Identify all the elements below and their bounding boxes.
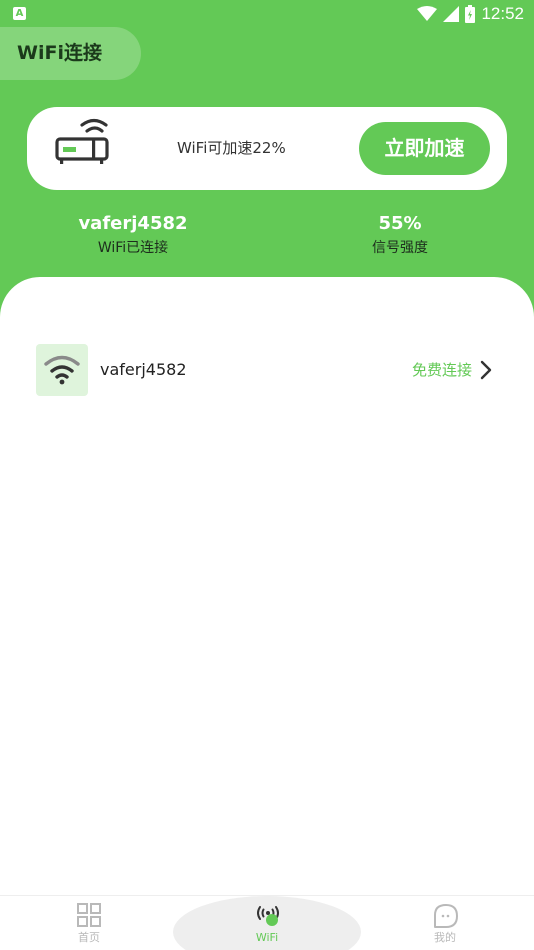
ssid-stat: vaferj4582 WiFi已连接 xyxy=(33,212,233,258)
nav-label-me: 我的 xyxy=(434,931,456,944)
wifi-broadcast-icon xyxy=(257,906,279,926)
ssid-label: WiFi已连接 xyxy=(97,240,169,256)
router-icon xyxy=(55,118,109,164)
cell-signal-icon xyxy=(443,6,460,22)
nav-item-me[interactable]: 我的 xyxy=(395,896,495,950)
profile-icon xyxy=(434,904,458,928)
bottom-nav: 首页 WiFi 我的 xyxy=(0,895,534,950)
accelerate-card: WiFi可加速22% 立即加速 xyxy=(27,107,507,190)
wifi-name: vaferj4582 xyxy=(100,360,187,379)
status-bar: A 12:52 xyxy=(0,0,534,28)
grid-icon xyxy=(77,903,101,927)
list-item[interactable]: vaferj4582 免费连接 xyxy=(36,344,500,396)
nav-label-home: 首页 xyxy=(78,931,100,944)
wifi-thumbnail xyxy=(36,344,88,396)
nav-label-wifi: WiFi xyxy=(255,931,279,944)
signal-value: 55% xyxy=(378,213,422,234)
battery-icon xyxy=(465,5,476,23)
chevron-right-icon[interactable] xyxy=(476,360,496,380)
ssid-value: vaferj4582 xyxy=(78,213,188,234)
signal-label: 信号强度 xyxy=(372,240,428,256)
notification-icon: A xyxy=(13,7,26,20)
page-title-pill: WiFi连接 xyxy=(0,27,141,80)
accelerate-button[interactable]: 立即加速 xyxy=(359,122,490,175)
wifi-icon xyxy=(44,355,80,385)
nav-item-wifi[interactable]: WiFi xyxy=(217,896,317,950)
wifi-icon xyxy=(417,6,438,21)
signal-stat: 55% 信号强度 xyxy=(300,212,500,258)
nav-item-home[interactable]: 首页 xyxy=(39,896,139,950)
accelerate-message: WiFi可加速22% xyxy=(177,139,286,157)
free-connect-link[interactable]: 免费连接 xyxy=(412,344,472,396)
status-time: 12:52 xyxy=(481,4,524,23)
page-title: WiFi连接 xyxy=(17,42,102,64)
